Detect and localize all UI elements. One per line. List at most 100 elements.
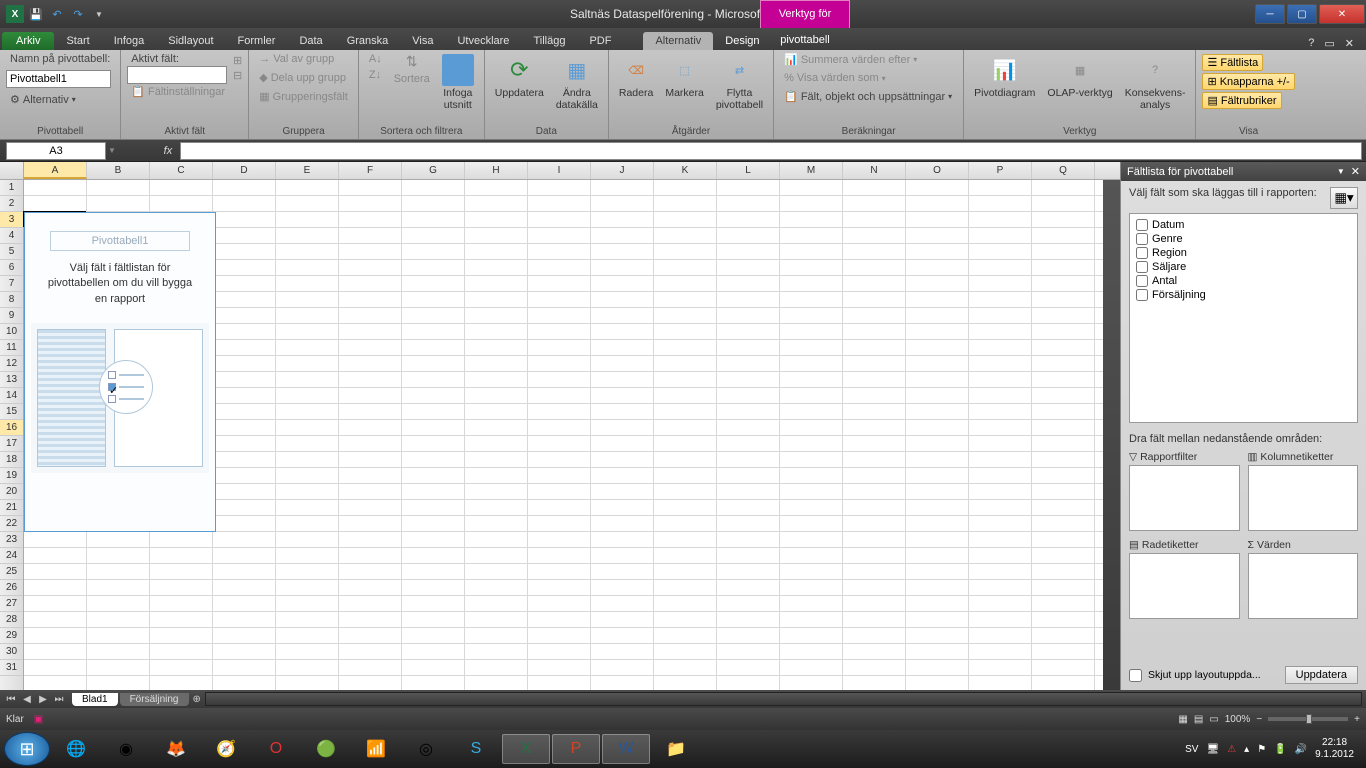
group-field-button[interactable]: ▦ Grupperingsfält <box>255 89 352 104</box>
row-header[interactable]: 29 <box>0 628 23 644</box>
fields-items-button[interactable]: 📋 Fält, objekt och uppsättningar ▾ <box>780 89 956 104</box>
field-item[interactable]: Region <box>1134 246 1353 260</box>
row-header[interactable]: 1 <box>0 180 23 196</box>
sort-desc-icon[interactable]: Z↓ <box>365 68 386 82</box>
update-button[interactable]: Uppdatera <box>1285 666 1358 684</box>
tab-utvecklare[interactable]: Utvecklare <box>445 32 521 50</box>
row-header[interactable]: 21 <box>0 500 23 516</box>
active-field-input[interactable] <box>127 66 227 84</box>
tray-volume-icon[interactable]: 🔊 <box>1295 744 1307 755</box>
row-header[interactable]: 4 <box>0 228 23 244</box>
row-header[interactable]: 15 <box>0 404 23 420</box>
field-checkbox[interactable] <box>1136 261 1148 273</box>
col-header[interactable]: G <box>402 162 465 179</box>
row-header[interactable]: 20 <box>0 484 23 500</box>
row-header[interactable]: 6 <box>0 260 23 276</box>
field-item[interactable]: Genre <box>1134 232 1353 246</box>
cells-area[interactable]: Pivottabell1 Välj fält i fältlistan för … <box>24 180 1103 690</box>
row-header[interactable]: 19 <box>0 468 23 484</box>
col-header[interactable]: B <box>87 162 150 179</box>
taskbar-ie-icon[interactable]: 🌐 <box>52 734 100 764</box>
col-header[interactable]: J <box>591 162 654 179</box>
row-header[interactable]: 10 <box>0 324 23 340</box>
pane-dropdown-icon[interactable]: ▼ <box>1337 167 1345 176</box>
minimize-ribbon-icon[interactable]: ▭ <box>1324 37 1334 50</box>
tab-visa[interactable]: Visa <box>400 32 445 50</box>
zoom-out-icon[interactable]: − <box>1256 714 1262 725</box>
olap-button[interactable]: ▦OLAP-verktyg <box>1043 52 1116 102</box>
buttons-toggle[interactable]: ⊞Knapparna +/- <box>1202 73 1294 90</box>
tray-battery-icon[interactable]: 🔋 <box>1274 744 1286 755</box>
show-values-button[interactable]: % Visa värden som ▾ <box>780 71 890 85</box>
field-checkbox[interactable] <box>1136 275 1148 287</box>
area-drop-values[interactable] <box>1248 553 1359 619</box>
zoom-level[interactable]: 100% <box>1225 714 1251 725</box>
select-button[interactable]: ⬚Markera <box>661 52 708 102</box>
row-header[interactable]: 11 <box>0 340 23 356</box>
sheet-tab-active[interactable]: Blad1 <box>72 693 118 706</box>
change-source-button[interactable]: ▦ Ändra datakälla <box>552 52 602 113</box>
tab-infoga[interactable]: Infoga <box>102 32 157 50</box>
vertical-scrollbar[interactable] <box>1103 180 1120 690</box>
row-header[interactable]: 18 <box>0 452 23 468</box>
col-header[interactable]: C <box>150 162 213 179</box>
refresh-button[interactable]: ⟳ Uppdatera <box>491 52 548 102</box>
row-header[interactable]: 24 <box>0 548 23 564</box>
redo-icon[interactable]: ↷ <box>69 5 87 23</box>
horizontal-scrollbar[interactable] <box>205 692 1362 706</box>
col-header[interactable]: E <box>276 162 339 179</box>
taskbar-skype-icon[interactable]: S <box>452 734 500 764</box>
tray-alert-icon[interactable]: ⚠ <box>1227 744 1236 755</box>
row-header[interactable]: 8 <box>0 292 23 308</box>
taskbar-explorer-icon[interactable]: 📁 <box>652 734 700 764</box>
col-header[interactable]: Q <box>1032 162 1095 179</box>
row-header[interactable]: 31 <box>0 660 23 676</box>
save-icon[interactable]: 💾 <box>27 5 45 23</box>
row-header[interactable]: 17 <box>0 436 23 452</box>
tab-file[interactable]: Arkiv <box>2 32 54 50</box>
col-header[interactable]: N <box>843 162 906 179</box>
taskbar-chrome-icon[interactable]: ◉ <box>102 734 150 764</box>
taskbar-app2-icon[interactable]: ◎ <box>402 734 450 764</box>
pane-layout-button[interactable]: ▦▾ <box>1330 187 1358 209</box>
row-header[interactable]: 13 <box>0 372 23 388</box>
tab-pdf[interactable]: PDF <box>577 32 623 50</box>
new-sheet-icon[interactable]: ⊕ <box>193 694 201 705</box>
row-header[interactable]: 22 <box>0 516 23 532</box>
tab-design[interactable]: Design <box>713 32 771 50</box>
col-header[interactable]: D <box>213 162 276 179</box>
taskbar-powerpoint-icon[interactable]: P <box>552 734 600 764</box>
row-header[interactable]: 9 <box>0 308 23 324</box>
view-pagebreak-icon[interactable]: ▭ <box>1209 714 1218 725</box>
headers-toggle[interactable]: ▤Fältrubriker <box>1202 92 1281 109</box>
qat-dropdown-icon[interactable]: ▼ <box>90 5 108 23</box>
col-header[interactable]: P <box>969 162 1032 179</box>
ungroup-button[interactable]: ◆ Dela upp grupp <box>255 70 350 85</box>
nav-prev-icon[interactable]: ◀ <box>20 694 34 705</box>
tray-clock[interactable]: 22:189.1.2012 <box>1315 737 1354 761</box>
field-item[interactable]: Datum <box>1134 218 1353 232</box>
tab-alternativ[interactable]: Alternativ <box>643 32 713 50</box>
macro-record-icon[interactable]: ▣ <box>34 714 43 725</box>
fieldlist-toggle[interactable]: ☰Fältlista <box>1202 54 1263 71</box>
insert-slicer-button[interactable]: Infoga utsnitt <box>438 52 478 113</box>
col-header[interactable]: I <box>528 162 591 179</box>
expand-icon[interactable]: ⊞ <box>233 54 242 67</box>
collapse-icon[interactable]: ⊟ <box>233 69 242 82</box>
whatif-button[interactable]: ?Konsekvens- analys <box>1121 52 1190 113</box>
field-item[interactable]: Säljare <box>1134 260 1353 274</box>
zoom-in-icon[interactable]: + <box>1354 714 1360 725</box>
summarize-button[interactable]: 📊 Summera värden efter ▾ <box>780 52 921 67</box>
clear-button[interactable]: ⌫Radera <box>615 52 657 102</box>
pivotchart-button[interactable]: 📊Pivotdiagram <box>970 52 1039 102</box>
field-checkbox[interactable] <box>1136 247 1148 259</box>
row-header[interactable]: 23 <box>0 532 23 548</box>
sort-asc-icon[interactable]: A↓ <box>365 52 386 66</box>
tab-sidlayout[interactable]: Sidlayout <box>156 32 225 50</box>
tab-start[interactable]: Start <box>54 32 101 50</box>
start-button[interactable]: ⊞ <box>4 732 50 766</box>
row-header[interactable]: 27 <box>0 596 23 612</box>
row-header[interactable]: 26 <box>0 580 23 596</box>
row-header[interactable]: 30 <box>0 644 23 660</box>
formula-input[interactable] <box>180 142 1362 160</box>
